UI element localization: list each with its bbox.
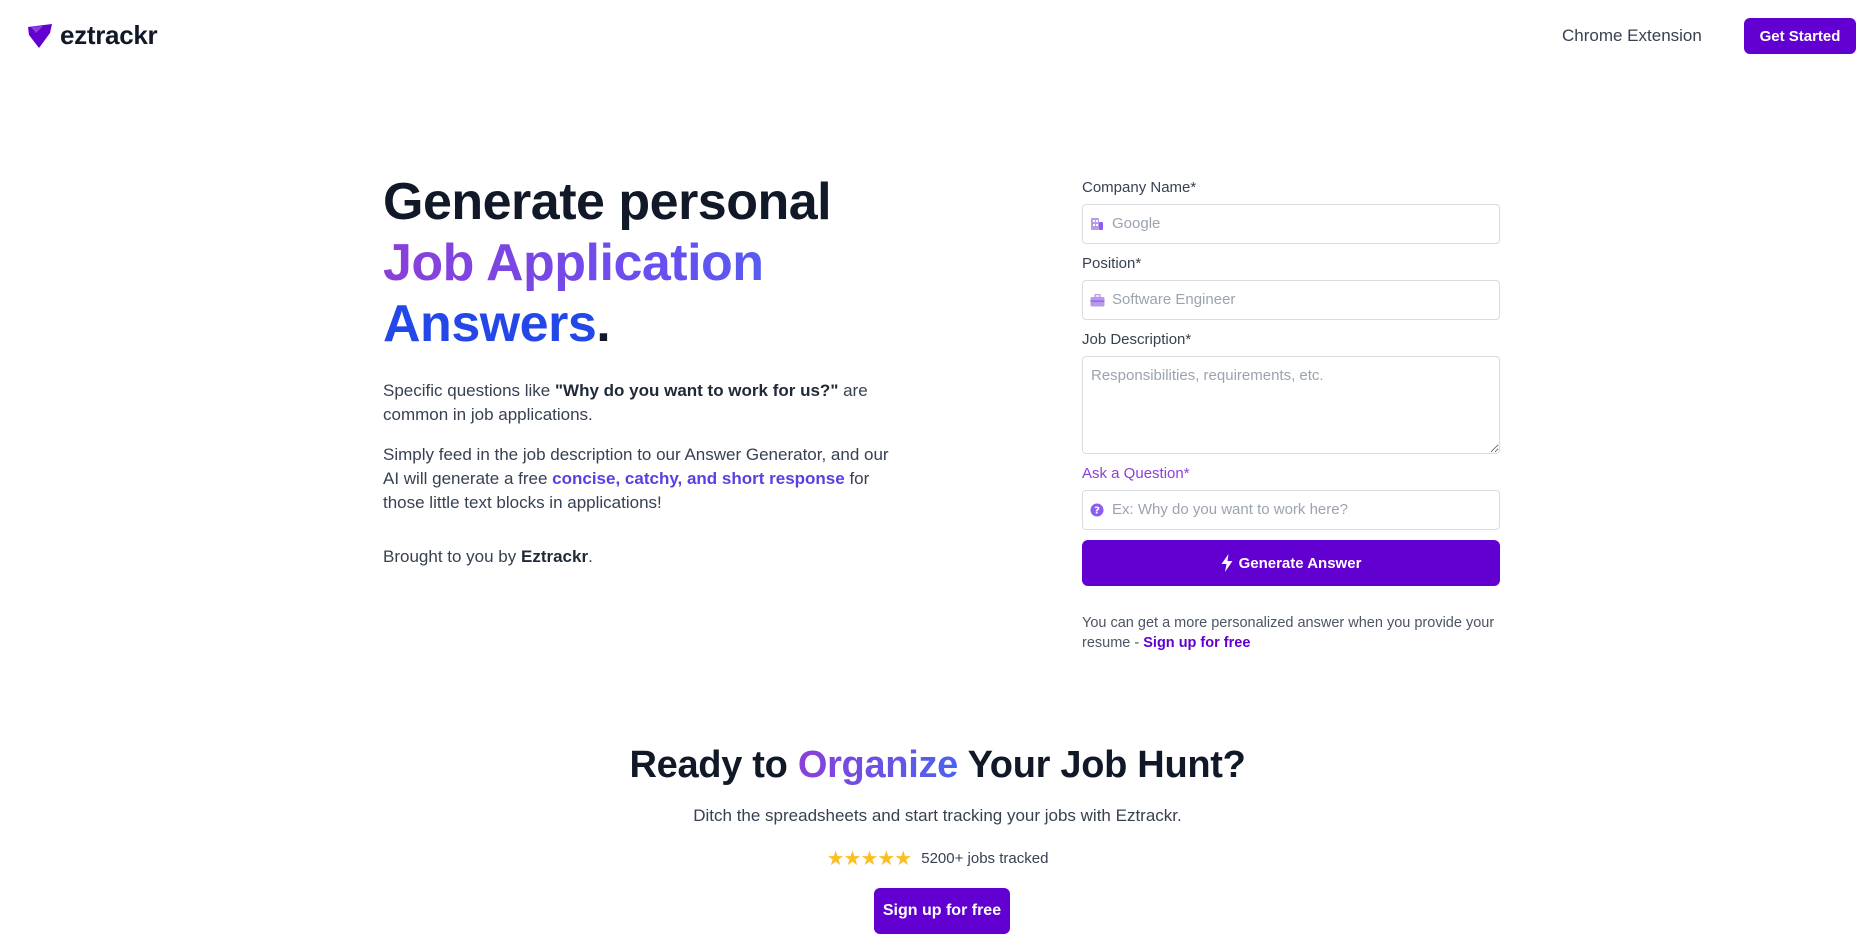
site-header: eztrackr Chrome Extension Get Started bbox=[0, 0, 1875, 72]
generate-answer-label: Generate Answer bbox=[1238, 554, 1362, 572]
job-description-label: Job Description* bbox=[1082, 331, 1192, 348]
logo-link[interactable]: eztrackr bbox=[26, 20, 158, 51]
hero-title-line3: Answers bbox=[383, 295, 597, 353]
hero-title-dot: . bbox=[596, 295, 611, 353]
hero-title: Generate personal Job Application Answer… bbox=[383, 172, 832, 355]
question-field: ? bbox=[1082, 490, 1500, 530]
cta-sign-up-button[interactable]: Sign up for free bbox=[874, 888, 1010, 934]
intro-text: Specific questions like bbox=[383, 381, 555, 400]
cta-subtitle: Ditch the spreadsheets and start trackin… bbox=[693, 806, 1182, 825]
company-name-label: Company Name* bbox=[1082, 179, 1197, 196]
answer-generator-form: Company Name* Position* Job Description*… bbox=[1082, 178, 1500, 586]
briefcase-icon bbox=[1089, 293, 1105, 307]
company-name-field bbox=[1082, 204, 1500, 244]
cta-title-highlight: Organize bbox=[797, 744, 959, 786]
building-icon bbox=[1089, 217, 1105, 231]
generate-answer-button[interactable]: Generate Answer bbox=[1082, 540, 1500, 586]
chrome-extension-link[interactable]: Chrome Extension bbox=[1562, 26, 1702, 46]
get-started-button[interactable]: Get Started bbox=[1744, 18, 1856, 54]
intro-paragraph: Specific questions like "Why do you want… bbox=[383, 379, 903, 427]
sign-up-link[interactable]: Sign up for free bbox=[1143, 635, 1250, 651]
cta-title-pre: Ready to bbox=[629, 744, 798, 786]
position-label: Position* bbox=[1082, 255, 1142, 272]
lightning-icon bbox=[1221, 554, 1233, 572]
svg-text:?: ? bbox=[1094, 506, 1100, 517]
cta-title-post: Your Job Hunt? bbox=[958, 744, 1246, 786]
personalization-note: You can get a more personalized answer w… bbox=[1082, 613, 1512, 653]
question-circle-icon: ? bbox=[1089, 503, 1105, 517]
jobs-tracked-text: 5200+ jobs tracked bbox=[921, 849, 1049, 867]
credit-brand: Eztrackr bbox=[520, 547, 589, 566]
hero-title-line2: Job Application bbox=[383, 233, 831, 294]
credit-period: . bbox=[588, 547, 593, 566]
credit-text: Brought to you by bbox=[383, 547, 521, 566]
example-question: "Why do you want to work for us?" bbox=[554, 381, 839, 400]
rating-row: ★★★★★ 5200+ jobs tracked bbox=[0, 846, 1875, 870]
credit-paragraph: Brought to you by Eztrackr. bbox=[383, 545, 903, 569]
description-paragraph: Simply feed in the job description to ou… bbox=[383, 443, 903, 515]
company-name-input[interactable] bbox=[1112, 205, 1493, 241]
job-description-field bbox=[1082, 356, 1500, 454]
ask-question-label: Ask a Question* bbox=[1082, 465, 1190, 482]
position-input[interactable] bbox=[1112, 281, 1493, 317]
hero-title-line1: Generate personal bbox=[383, 173, 832, 231]
cta-title: Ready to Organize Your Job Hunt? bbox=[0, 744, 1875, 787]
job-description-textarea[interactable] bbox=[1082, 356, 1500, 454]
highlighted-text: concise, catchy, and short response bbox=[552, 469, 845, 488]
star-rating-icon: ★★★★★ bbox=[826, 846, 913, 870]
logo-text: eztrackr bbox=[60, 20, 158, 50]
question-input[interactable] bbox=[1112, 491, 1493, 527]
position-field bbox=[1082, 280, 1500, 320]
gem-icon bbox=[28, 23, 52, 48]
